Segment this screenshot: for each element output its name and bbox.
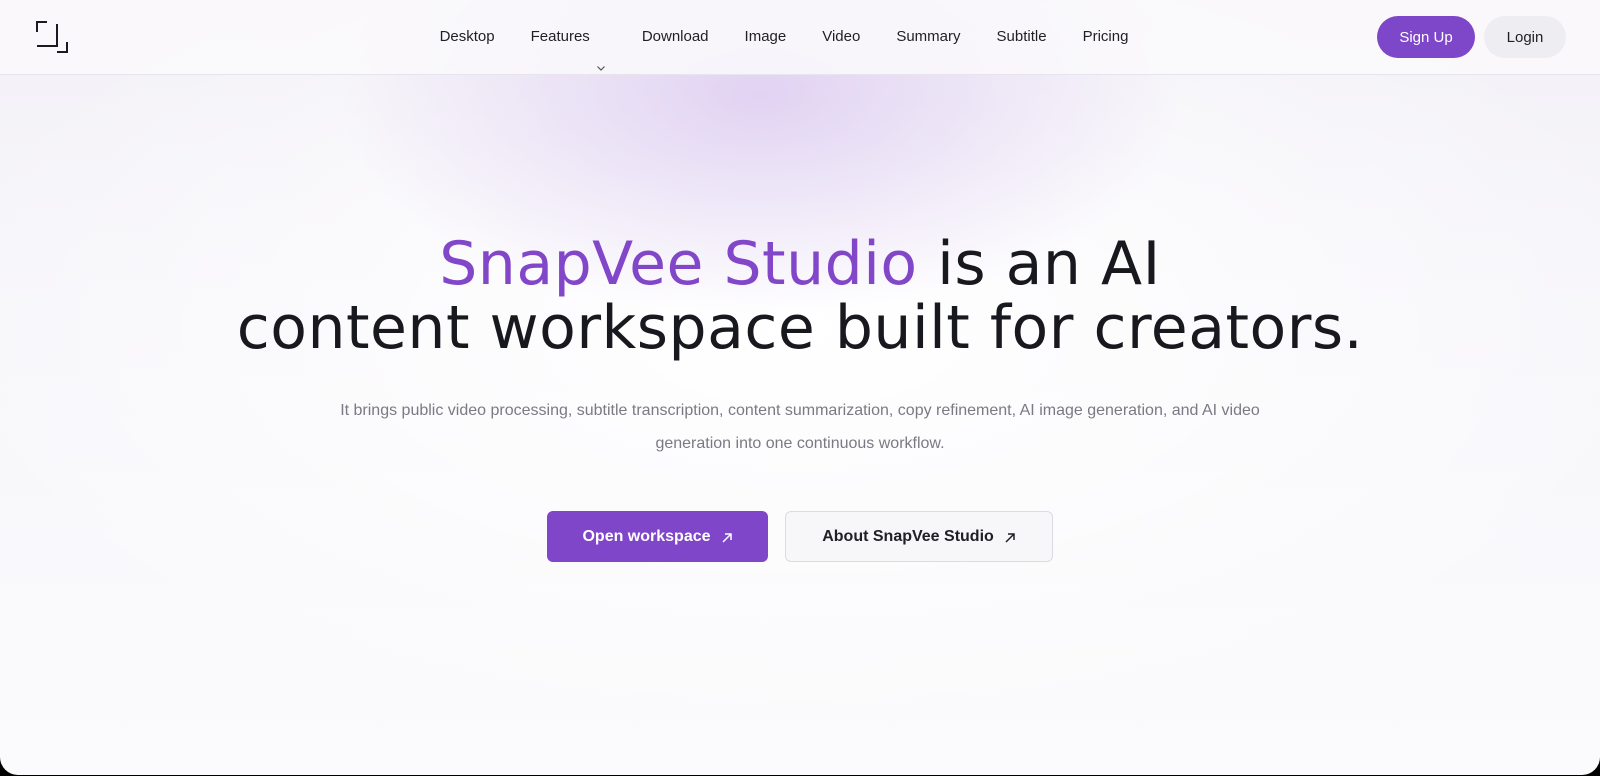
page-window: Desktop Features Download Image Video Su… — [0, 0, 1600, 775]
nav-item-summary[interactable]: Summary — [878, 0, 978, 74]
nav-item-label: Summary — [896, 28, 961, 45]
nav-item-label: Subtitle — [996, 28, 1047, 45]
open-workspace-label: Open workspace — [582, 527, 711, 545]
nav-item-label: Video — [822, 28, 861, 45]
nav-item-desktop[interactable]: Desktop — [422, 0, 513, 74]
hero-title: SnapVee Studio is an AI content workspac… — [0, 232, 1600, 360]
about-snapvee-button[interactable]: About SnapVee Studio — [785, 511, 1053, 562]
nav-item-subtitle[interactable]: Subtitle — [979, 0, 1065, 74]
top-navigation-bar: Desktop Features Download Image Video Su… — [0, 0, 1600, 75]
corner-brackets-logo-icon[interactable] — [36, 21, 68, 53]
arrow-up-right-icon — [721, 531, 733, 543]
nav-item-label: Desktop — [439, 28, 495, 45]
nav-item-image[interactable]: Image — [727, 0, 805, 74]
nav-item-features[interactable]: Features — [513, 0, 624, 74]
about-snapvee-label: About SnapVee Studio — [822, 527, 994, 545]
login-button[interactable]: Login — [1484, 16, 1566, 58]
hero-title-line2: content workspace built for creators. — [236, 293, 1364, 363]
open-workspace-button[interactable]: Open workspace — [547, 511, 768, 562]
hero-subtitle: It brings public video processing, subti… — [340, 402, 1260, 452]
nav-item-download[interactable]: Download — [624, 0, 727, 74]
arrow-up-right-icon — [1004, 531, 1016, 543]
chevron-down-icon — [596, 32, 606, 71]
nav-item-label: Download — [641, 28, 709, 45]
nav-item-pricing[interactable]: Pricing — [1065, 0, 1147, 74]
nav-item-video[interactable]: Video — [804, 0, 878, 74]
main-nav: Desktop Features Download Image Video Su… — [0, 0, 1600, 74]
sign-up-button[interactable]: Sign Up — [1377, 16, 1475, 58]
hero-title-brand: SnapVee Studio — [439, 229, 918, 299]
nav-item-label: Pricing — [1082, 28, 1129, 45]
nav-item-label: Features — [530, 28, 590, 45]
hero-title-line1-rest: is an AI — [917, 229, 1161, 299]
nav-item-label: Image — [744, 28, 787, 45]
